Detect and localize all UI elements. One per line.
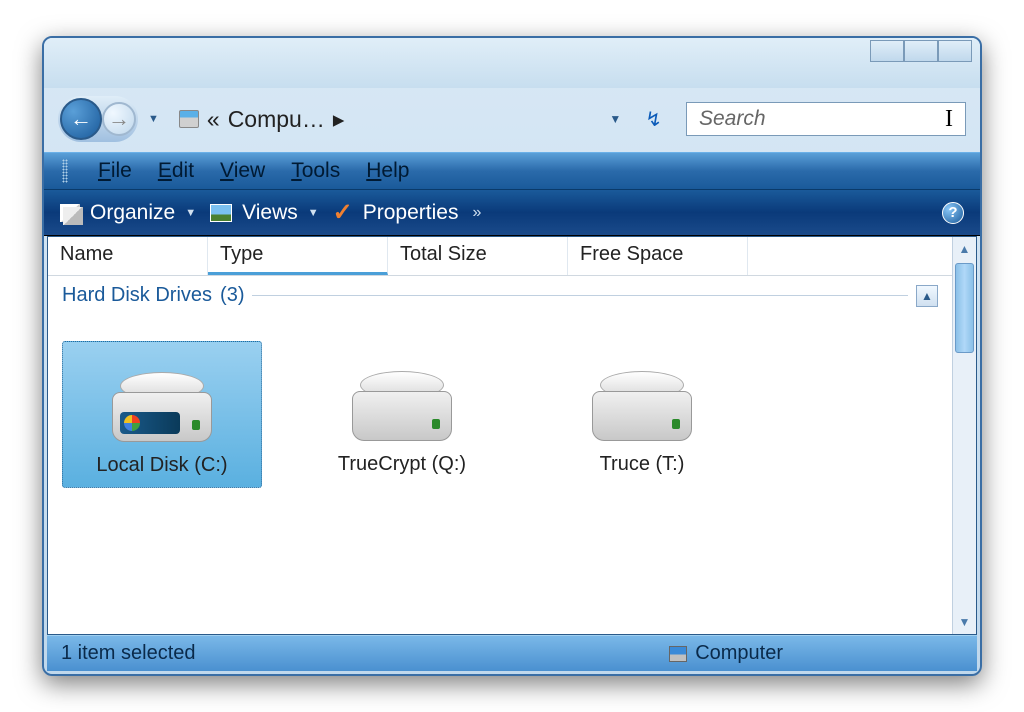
windows-logo-icon: [124, 415, 140, 431]
breadcrumb-separator-right[interactable]: ▸: [333, 106, 345, 133]
scroll-track[interactable]: [953, 355, 976, 610]
drive-label: TrueCrypt (Q:): [338, 453, 466, 476]
help-icon: ?: [948, 204, 957, 221]
menu-bar: File Edit View Tools Help: [44, 152, 980, 190]
column-total-size[interactable]: Total Size: [388, 237, 568, 275]
computer-icon: [669, 646, 687, 662]
scroll-thumb[interactable]: [955, 263, 974, 353]
explorer-window: ← → ▼ « Compu… ▸ ▼ ↯ Search I File Edit …: [42, 36, 982, 676]
menu-grip-icon[interactable]: [62, 159, 68, 183]
arrow-left-icon: ←: [70, 106, 92, 132]
breadcrumb-separator-left: «: [207, 106, 220, 133]
column-free-space[interactable]: Free Space: [568, 237, 748, 275]
organize-icon: [60, 204, 80, 222]
navigation-row: ← → ▼ « Compu… ▸ ▼ ↯ Search I: [44, 88, 980, 152]
forward-button[interactable]: →: [102, 102, 136, 136]
checkmark-icon: ✓: [333, 198, 353, 227]
drive-local-disk-c[interactable]: Local Disk (C:): [62, 341, 262, 488]
drives-row: Local Disk (C:) TrueCrypt (Q:): [62, 321, 938, 508]
drive-icon: [342, 351, 462, 441]
maximize-button[interactable]: [904, 40, 938, 62]
column-name[interactable]: Name: [48, 237, 208, 275]
views-label: Views: [242, 201, 298, 225]
properties-button[interactable]: ✓ Properties: [333, 198, 459, 227]
views-button[interactable]: Views ▼: [210, 201, 319, 225]
nav-history-dropdown[interactable]: ▼: [144, 113, 163, 125]
chevron-down-icon: ▼: [308, 207, 319, 219]
menu-help[interactable]: Help: [366, 159, 409, 183]
chevron-up-icon: ▲: [921, 289, 933, 303]
text-cursor-icon: I: [945, 106, 953, 133]
search-placeholder: Search: [699, 107, 766, 131]
menu-file[interactable]: File: [98, 159, 132, 183]
scroll-up-arrow-icon[interactable]: ▲: [953, 237, 976, 261]
content-area: Name Type Total Size Free Space Hard Dis…: [47, 236, 977, 635]
views-icon: [210, 204, 232, 222]
status-selection: 1 item selected: [61, 642, 196, 665]
menu-tools[interactable]: Tools: [291, 159, 340, 183]
drive-icon: [102, 352, 222, 442]
refresh-icon[interactable]: ↯: [637, 107, 670, 132]
status-location-label: Computer: [695, 642, 783, 665]
organize-button[interactable]: Organize ▼: [60, 201, 196, 225]
address-bar[interactable]: « Compu… ▸: [169, 106, 355, 133]
back-button[interactable]: ←: [60, 98, 102, 140]
column-type[interactable]: Type: [208, 237, 388, 275]
window-controls: [870, 40, 972, 62]
group-header[interactable]: Hard Disk Drives (3) ▲: [62, 284, 938, 307]
drive-truce-t[interactable]: Truce (T:): [542, 341, 742, 488]
address-dropdown[interactable]: ▼: [599, 112, 631, 126]
column-headers: Name Type Total Size Free Space: [48, 237, 952, 276]
scroll-down-arrow-icon[interactable]: ▼: [953, 610, 976, 634]
nav-buttons: ← →: [58, 96, 138, 142]
computer-icon: [179, 110, 199, 128]
titlebar: [44, 38, 980, 88]
help-button[interactable]: ?: [942, 202, 964, 224]
properties-label: Properties: [363, 201, 459, 225]
overflow-chevron-icon[interactable]: »: [472, 204, 481, 222]
vertical-scrollbar[interactable]: ▲ ▼: [952, 237, 976, 634]
group-label: Hard Disk Drives: [62, 284, 212, 307]
search-input[interactable]: Search I: [686, 102, 966, 136]
collapse-button[interactable]: ▲: [916, 285, 938, 307]
drive-label: Truce (T:): [600, 453, 685, 476]
minimize-button[interactable]: [870, 40, 904, 62]
drive-icon: [582, 351, 702, 441]
group-count: (3): [220, 284, 244, 307]
command-bar: Organize ▼ Views ▼ ✓ Properties » ?: [44, 190, 980, 236]
chevron-down-icon: ▼: [185, 207, 196, 219]
organize-label: Organize: [90, 201, 175, 225]
group-divider: [252, 295, 908, 296]
menu-view[interactable]: View: [220, 159, 265, 183]
status-bar: 1 item selected Computer: [47, 635, 977, 671]
menu-edit[interactable]: Edit: [158, 159, 194, 183]
breadcrumb-location[interactable]: Compu…: [228, 106, 325, 133]
main-pane: Name Type Total Size Free Space Hard Dis…: [48, 237, 952, 634]
arrow-right-icon: →: [108, 106, 130, 132]
close-button[interactable]: [938, 40, 972, 62]
drive-label: Local Disk (C:): [96, 454, 227, 477]
file-list[interactable]: Hard Disk Drives (3) ▲: [48, 276, 952, 634]
drive-truecrypt-q[interactable]: TrueCrypt (Q:): [302, 341, 502, 488]
status-location: Computer: [669, 642, 963, 665]
